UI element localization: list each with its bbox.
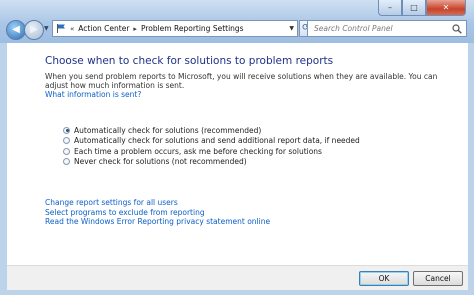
change-settings-all-users-link[interactable]: Change report settings for all users [45, 198, 270, 208]
exclude-programs-link[interactable]: Select programs to exclude from reportin… [45, 208, 270, 218]
option-label: Never check for solutions (not recommend… [74, 157, 247, 167]
maximize-button[interactable]: □ [402, 0, 426, 16]
main-content: Choose when to check for solutions to pr… [7, 43, 468, 265]
action-center-flag-icon [57, 24, 65, 33]
description-text: When you send problem reports to Microso… [45, 72, 438, 90]
what-information-is-sent-link[interactable]: What information is sent? [45, 90, 455, 99]
option-auto-check[interactable]: Automatically check for solutions (recom… [63, 125, 360, 136]
page-description: When you send problem reports to Microso… [45, 72, 455, 99]
dialog-footer: OK Cancel [7, 265, 468, 290]
radio-auto-check[interactable] [63, 126, 70, 134]
search-icon[interactable] [452, 23, 462, 34]
breadcrumb-separator-icon[interactable]: ▸ [133, 25, 137, 33]
option-label: Each time a problem occurs, ask me befor… [74, 146, 322, 156]
forward-button[interactable]: ▶ [24, 20, 44, 40]
back-button[interactable]: ◀ [6, 20, 26, 40]
ok-button[interactable]: OK [359, 271, 409, 286]
window-controls: – □ ✕ [378, 0, 466, 16]
search-input[interactable]: Search Control Panel [314, 24, 393, 33]
recent-pages-dropdown[interactable]: ▼ [44, 25, 49, 32]
radio-never-check[interactable] [63, 158, 70, 166]
breadcrumb-action-center[interactable]: Action Center [78, 24, 129, 33]
address-dropdown-icon[interactable]: ▼ [289, 25, 294, 32]
related-links: Change report settings for all users Sel… [45, 198, 270, 227]
radio-auto-check-send-data[interactable] [63, 137, 70, 145]
breadcrumb-problem-reporting-settings[interactable]: Problem Reporting Settings [141, 24, 244, 33]
cancel-button[interactable]: Cancel [413, 271, 463, 286]
radio-ask-before-checking[interactable] [63, 147, 70, 155]
address-overflow-chevron[interactable]: « [70, 25, 74, 33]
address-bar[interactable]: « Action Center ▸ Problem Reporting Sett… [52, 20, 298, 37]
option-ask-before-checking[interactable]: Each time a problem occurs, ask me befor… [63, 146, 360, 157]
close-button[interactable]: ✕ [426, 0, 466, 16]
minimize-button[interactable]: – [378, 0, 402, 16]
search-box[interactable]: Search Control Panel [307, 20, 467, 37]
option-label: Automatically check for solutions (recom… [74, 125, 262, 135]
option-auto-check-send-data[interactable]: Automatically check for solutions and se… [63, 136, 360, 147]
page-title: Choose when to check for solutions to pr… [45, 55, 334, 67]
check-options-group: Automatically check for solutions (recom… [63, 125, 360, 167]
option-never-check[interactable]: Never check for solutions (not recommend… [63, 157, 360, 168]
title-bar: – □ ✕ ◀ ▶ ▼ « Action Center ▸ Problem Re… [0, 0, 474, 43]
option-label: Automatically check for solutions and se… [74, 136, 360, 146]
privacy-statement-link[interactable]: Read the Windows Error Reporting privacy… [45, 217, 270, 227]
